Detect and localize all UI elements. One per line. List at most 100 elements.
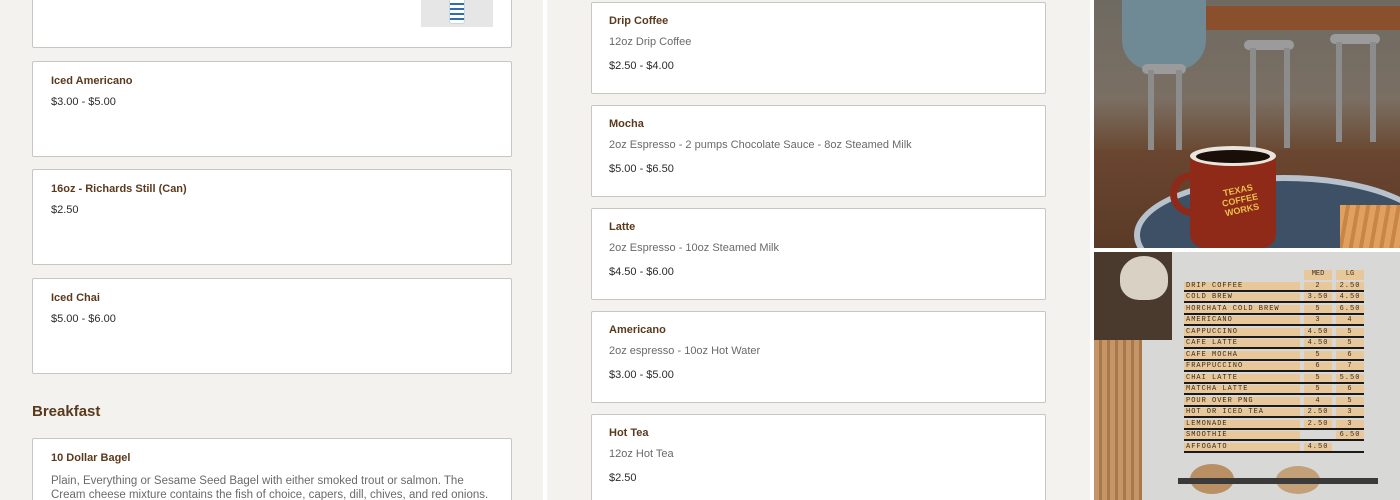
menu-board-row-med: 4	[1304, 396, 1332, 405]
menu-board: MED LG DRIP COFFEE 2 2.50 COLD BREW 3.50 4.50…	[1184, 270, 1364, 470]
menu-item-name: 16oz - Richards Still (Can)	[51, 183, 187, 195]
menu-board-row-med: 2.50	[1304, 408, 1332, 416]
menu-board-row-label: CAFE MOCHA	[1184, 350, 1300, 359]
menu-item-name: Mocha	[609, 118, 644, 130]
hat-shape	[1120, 256, 1168, 300]
coffee-surface-shape	[1196, 150, 1270, 163]
stool-leg	[1148, 70, 1154, 150]
menu-board-row-lg: 5	[1336, 339, 1364, 347]
menu-board-row-lg: 5	[1336, 396, 1364, 405]
water-can-icon	[449, 0, 465, 24]
menu-board-row-med: 6	[1304, 362, 1332, 370]
menu-item-card[interactable]: Iced Americano $3.00 - $5.00	[32, 61, 512, 157]
menu-item-name: Americano	[609, 324, 666, 336]
menu-board-row-lg: 5.50	[1336, 373, 1364, 382]
stool-leg	[1284, 48, 1290, 148]
menu-board-row: AMERICANO 3 4	[1184, 315, 1364, 326]
menu-item-card[interactable]: Drip Coffee 12oz Drip Coffee $2.50 - $4.…	[591, 2, 1046, 94]
menu-board-row-med: 3	[1304, 316, 1332, 324]
menu-board-row-label: LEMONADE	[1184, 419, 1300, 428]
menu-item-name: Drip Coffee	[609, 15, 669, 27]
menu-item-card[interactable]: 10 Dollar Bagel Plain, Everything or Ses…	[32, 438, 512, 500]
wood-wall-shape	[1094, 340, 1142, 500]
menu-item-card[interactable]: Mocha 2oz Espresso - 2 pumps Chocolate S…	[591, 105, 1046, 197]
menu-board-row-lg: 6.50	[1336, 431, 1364, 439]
stool-leg	[1370, 42, 1376, 142]
person-shape	[1122, 0, 1206, 70]
menu-item-name: Iced Chai	[51, 292, 100, 304]
menu-board-row-lg: 6.50	[1336, 304, 1364, 313]
menu-board-row: POUR OVER PNG 4 5	[1184, 395, 1364, 407]
menu-board-row-lg: 7	[1336, 362, 1364, 370]
menu-item-card[interactable]: Iced Chai $5.00 - $6.00	[32, 278, 512, 374]
left-menu-column: Iced Americano $3.00 - $5.00 16oz - Rich…	[0, 0, 543, 500]
menu-item-card[interactable]: Hot Tea 12oz Hot Tea $2.50	[591, 414, 1046, 500]
menu-board-row-label: AFFOGATO	[1184, 442, 1300, 451]
menu-board-row-label: COLD BREW	[1184, 293, 1300, 301]
menu-board-header-lg: LG	[1336, 270, 1364, 280]
menu-item-price: $2.50	[609, 472, 637, 484]
menu-item-name: Iced Americano	[51, 75, 133, 87]
coffee-mug-photo[interactable]: TEXAS COFFEE WORKS	[1094, 0, 1400, 248]
menu-item-card[interactable]: Americano 2oz espresso - 10oz Hot Water …	[591, 311, 1046, 403]
menu-board-row: LEMONADE 2.50 3	[1184, 418, 1364, 430]
mid-menu-column: Drip Coffee 12oz Drip Coffee $2.50 - $4.…	[547, 0, 1090, 500]
menu-board-row-med: 4.50	[1304, 442, 1332, 451]
menu-board-row: DRIP COFFEE 2 2.50	[1184, 280, 1364, 292]
menu-board-row-label: HORCHATA COLD BREW	[1184, 304, 1300, 313]
menu-board-row: FRAPPUCCINO 6 7	[1184, 361, 1364, 372]
menu-board-row-label: POUR OVER PNG	[1184, 396, 1300, 405]
menu-board-row-label: HOT OR ICED TEA	[1184, 408, 1300, 416]
menu-item-price: $2.50 - $4.00	[609, 60, 674, 72]
menu-item-price: $3.00 - $5.00	[51, 96, 116, 108]
menu-item-price: $5.00 - $6.00	[51, 313, 116, 325]
menu-item-card[interactable]: Latte 2oz Espresso - 10oz Steamed Milk $…	[591, 208, 1046, 300]
menu-board-row-med: 4.50	[1304, 339, 1332, 347]
shelf-shape	[1178, 478, 1378, 484]
menu-board-row: CHAI LATTE 5 5.50	[1184, 372, 1364, 384]
menu-board-row-med: 5	[1304, 304, 1332, 313]
section-title-breakfast: Breakfast	[32, 403, 101, 420]
menu-board-row-label: CHAI LATTE	[1184, 373, 1300, 382]
menu-board-row-lg: 3	[1336, 408, 1364, 416]
stool-leg	[1336, 42, 1342, 142]
menu-board-row: HOT OR ICED TEA 2.50 3	[1184, 407, 1364, 418]
table-shape	[1174, 6, 1400, 30]
menu-board-row-lg: 2.50	[1336, 281, 1364, 290]
menu-board-row-lg: 6	[1336, 385, 1364, 393]
menu-item-card[interactable]: 16oz - Richards Still (Can) $2.50	[32, 169, 512, 265]
menu-board-header-med: MED	[1304, 270, 1332, 280]
menu-board-header: MED LG	[1184, 270, 1364, 280]
menu-board-row-lg: 4	[1336, 316, 1364, 324]
menu-board-row: CAPPUCCINO 4.50 5	[1184, 326, 1364, 338]
menu-board-row: AFFOGATO 4.50	[1184, 441, 1364, 453]
menu-item-price: $2.50	[51, 204, 79, 216]
menu-board-row-med: 5	[1304, 373, 1332, 382]
menu-item-name: Latte	[609, 221, 636, 233]
menu-board-row-label: DRIP COFFEE	[1184, 281, 1300, 290]
menu-board-row: HORCHATA COLD BREW 5 6.50	[1184, 303, 1364, 315]
menu-item-card-partial[interactable]	[32, 0, 512, 48]
product-thumbnail	[421, 0, 493, 27]
menu-board-row: CAFE LATTE 4.50 5	[1184, 338, 1364, 349]
photo-gallery: TEXAS COFFEE WORKS MED LG DRIP COFFEE 2 2.…	[1090, 0, 1400, 500]
menu-board-row-label: MATCHA LATTE	[1184, 385, 1300, 393]
menu-board-row-label: CAFE LATTE	[1184, 339, 1300, 347]
menu-board-row-label: CAPPUCCINO	[1184, 327, 1300, 336]
menu-board-photo[interactable]: MED LG DRIP COFFEE 2 2.50 COLD BREW 3.50 4.50…	[1094, 252, 1400, 500]
menu-board-row-med: 2.50	[1304, 419, 1332, 428]
stool-leg	[1250, 48, 1256, 148]
menu-board-row-med: 5	[1304, 385, 1332, 393]
menu-board-row-med: 3.50	[1304, 293, 1332, 301]
menu-item-price: $3.00 - $5.00	[609, 369, 674, 381]
menu-board-row-med: 5	[1304, 350, 1332, 359]
menu-board-row: CAFE MOCHA 5 6	[1184, 349, 1364, 361]
menu-board-row: COLD BREW 3.50 4.50	[1184, 292, 1364, 303]
menu-board-row-label: FRAPPUCCINO	[1184, 362, 1300, 370]
menu-item-description: 2oz espresso - 10oz Hot Water	[609, 345, 761, 357]
menu-board-row-label: AMERICANO	[1184, 316, 1300, 324]
menu-item-name: 10 Dollar Bagel	[51, 452, 131, 464]
menu-board-row-lg: 5	[1336, 327, 1364, 336]
menu-item-price: $5.00 - $6.50	[609, 163, 674, 175]
menu-board-row: SMOOTHIE 6.50	[1184, 430, 1364, 441]
